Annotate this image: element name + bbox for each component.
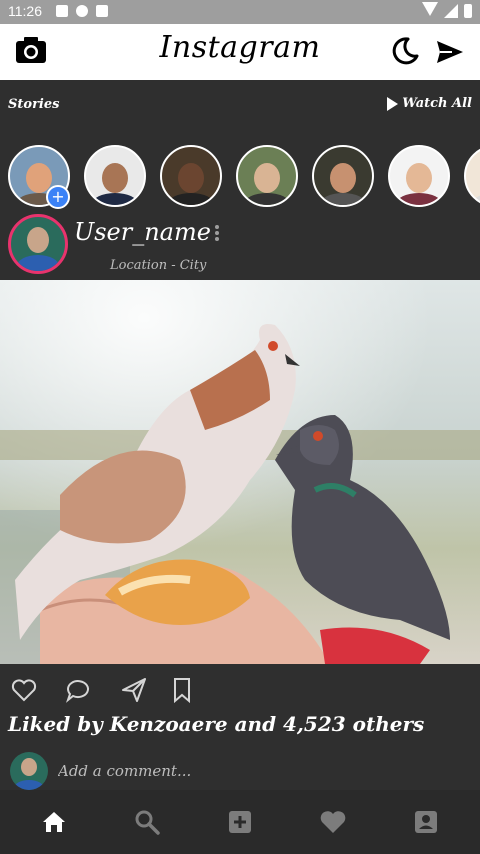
search-icon[interactable] [133, 808, 161, 836]
watch-all-label: Watch All [402, 96, 472, 111]
post-image[interactable] [0, 280, 480, 664]
share-send-icon[interactable] [120, 676, 148, 704]
like-heart-icon[interactable] [10, 676, 38, 704]
account-box-icon[interactable] [412, 808, 440, 836]
story-avatar[interactable] [388, 145, 450, 207]
post-user-name[interactable]: User_name [74, 218, 211, 246]
dark-mode-moon-icon[interactable] [390, 36, 420, 66]
post-user-avatar[interactable] [8, 214, 68, 274]
story-avatar[interactable] [160, 145, 222, 207]
home-icon[interactable] [40, 808, 68, 836]
story-avatar[interactable] [236, 145, 298, 207]
story-avatar[interactable] [464, 145, 480, 207]
status-indicators [422, 2, 472, 18]
notification-a-icon [56, 5, 68, 17]
add-comment-input[interactable] [58, 762, 358, 780]
status-bar: 11:26 [0, 0, 480, 24]
story-avatar[interactable] [84, 145, 146, 207]
story-avatar[interactable] [312, 145, 374, 207]
direct-message-send-icon[interactable] [436, 40, 464, 64]
add-story-button[interactable]: + [46, 185, 70, 209]
comment-row [0, 748, 480, 790]
stories-label: Stories [8, 97, 60, 112]
story-row: + [0, 132, 480, 212]
play-icon [387, 96, 399, 111]
watch-all-button[interactable]: Watch All [387, 96, 472, 111]
more-options-icon[interactable] [214, 224, 220, 242]
post-actions [0, 664, 480, 714]
wifi-icon [422, 2, 438, 16]
notification-p-icon [76, 5, 88, 17]
app-header: Instagram [0, 24, 480, 80]
add-box-icon[interactable] [226, 808, 254, 836]
signal-icon [444, 4, 458, 18]
sd-card-icon [96, 5, 108, 17]
bookmark-icon[interactable] [168, 676, 196, 704]
post-header: User_name Location - City [0, 212, 480, 280]
stories-bar: Stories Watch All [0, 80, 480, 132]
post-location[interactable]: Location - City [110, 258, 206, 273]
battery-icon [464, 4, 472, 18]
heart-icon[interactable] [319, 808, 347, 836]
comment-icon[interactable] [64, 676, 92, 704]
bottom-nav [0, 790, 480, 854]
status-time: 11:26 [8, 3, 42, 19]
commenter-avatar [10, 752, 48, 790]
likes-count-text[interactable]: Liked by Kenzoaere and 4,523 others [8, 712, 424, 736]
